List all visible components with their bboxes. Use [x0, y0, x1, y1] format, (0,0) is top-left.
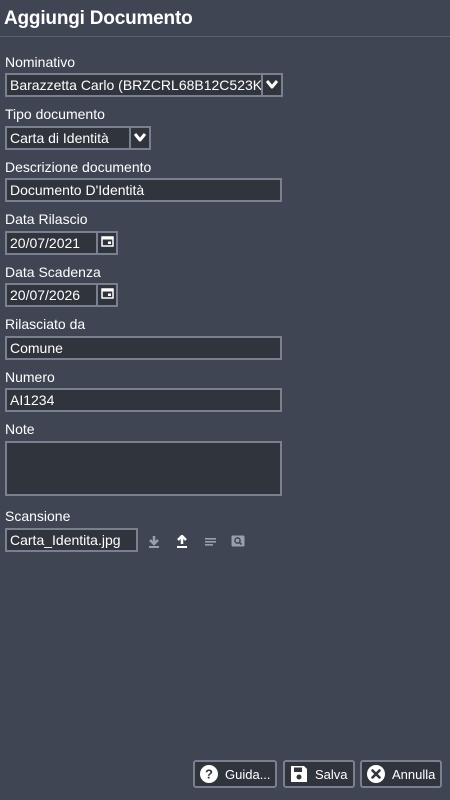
- upload-icon[interactable]: [174, 533, 190, 549]
- rilasciato-da-label: Rilasciato da: [5, 316, 86, 332]
- rilasciato-da-input[interactable]: Comune: [5, 336, 282, 360]
- cancel-button-label: Annulla: [392, 766, 436, 782]
- numero-input[interactable]: AI1234: [5, 388, 282, 412]
- save-button[interactable]: Salva: [283, 760, 355, 788]
- scansione-label: Scansione: [5, 508, 71, 524]
- calendar-icon: [100, 286, 114, 304]
- data-scadenza-input[interactable]: 20/07/2026: [5, 283, 98, 307]
- chevron-down-icon: [265, 76, 279, 94]
- note-label: Note: [5, 421, 35, 437]
- cancel-button[interactable]: Annulla: [360, 760, 442, 788]
- tipo-documento-dropdown-button[interactable]: [131, 126, 151, 150]
- lines-icon[interactable]: [202, 533, 218, 549]
- window-title: Aggiungi Documento: [4, 8, 193, 29]
- floppy-icon: [289, 764, 309, 784]
- nominativo-select[interactable]: Barazzetta Carlo (BRZCRL68B12C523K): [5, 73, 263, 97]
- nominativo-label: Nominativo: [5, 54, 76, 70]
- data-scadenza-label: Data Scadenza: [5, 264, 101, 280]
- calendar-icon: [100, 234, 114, 252]
- data-rilascio-calendar-button[interactable]: [98, 231, 118, 255]
- descrizione-input[interactable]: Documento D'Identità: [5, 178, 282, 202]
- svg-text:?: ?: [205, 767, 213, 782]
- help-icon: ?: [199, 764, 219, 784]
- title-bar: Aggiungi Documento: [0, 0, 450, 37]
- search-icon[interactable]: [230, 533, 246, 549]
- tipo-documento-select[interactable]: Carta di Identità: [5, 126, 131, 150]
- save-button-label: Salva: [315, 766, 348, 782]
- data-rilascio-label: Data Rilascio: [5, 211, 88, 227]
- download-icon[interactable]: [146, 533, 162, 549]
- data-rilascio-input[interactable]: 20/07/2021: [5, 231, 98, 255]
- scansione-filename-field[interactable]: Carta_Identita.jpg: [5, 528, 138, 552]
- note-textarea[interactable]: [5, 441, 282, 496]
- help-button[interactable]: ? Guida...: [193, 760, 277, 788]
- close-icon: [366, 764, 386, 784]
- nominativo-dropdown-button[interactable]: [263, 73, 283, 97]
- help-button-label: Guida...: [225, 766, 271, 782]
- data-scadenza-calendar-button[interactable]: [98, 283, 118, 307]
- tipo-documento-label: Tipo documento: [5, 106, 105, 122]
- numero-label: Numero: [5, 369, 55, 385]
- descrizione-label: Descrizione documento: [5, 159, 152, 175]
- chevron-down-icon: [133, 129, 147, 147]
